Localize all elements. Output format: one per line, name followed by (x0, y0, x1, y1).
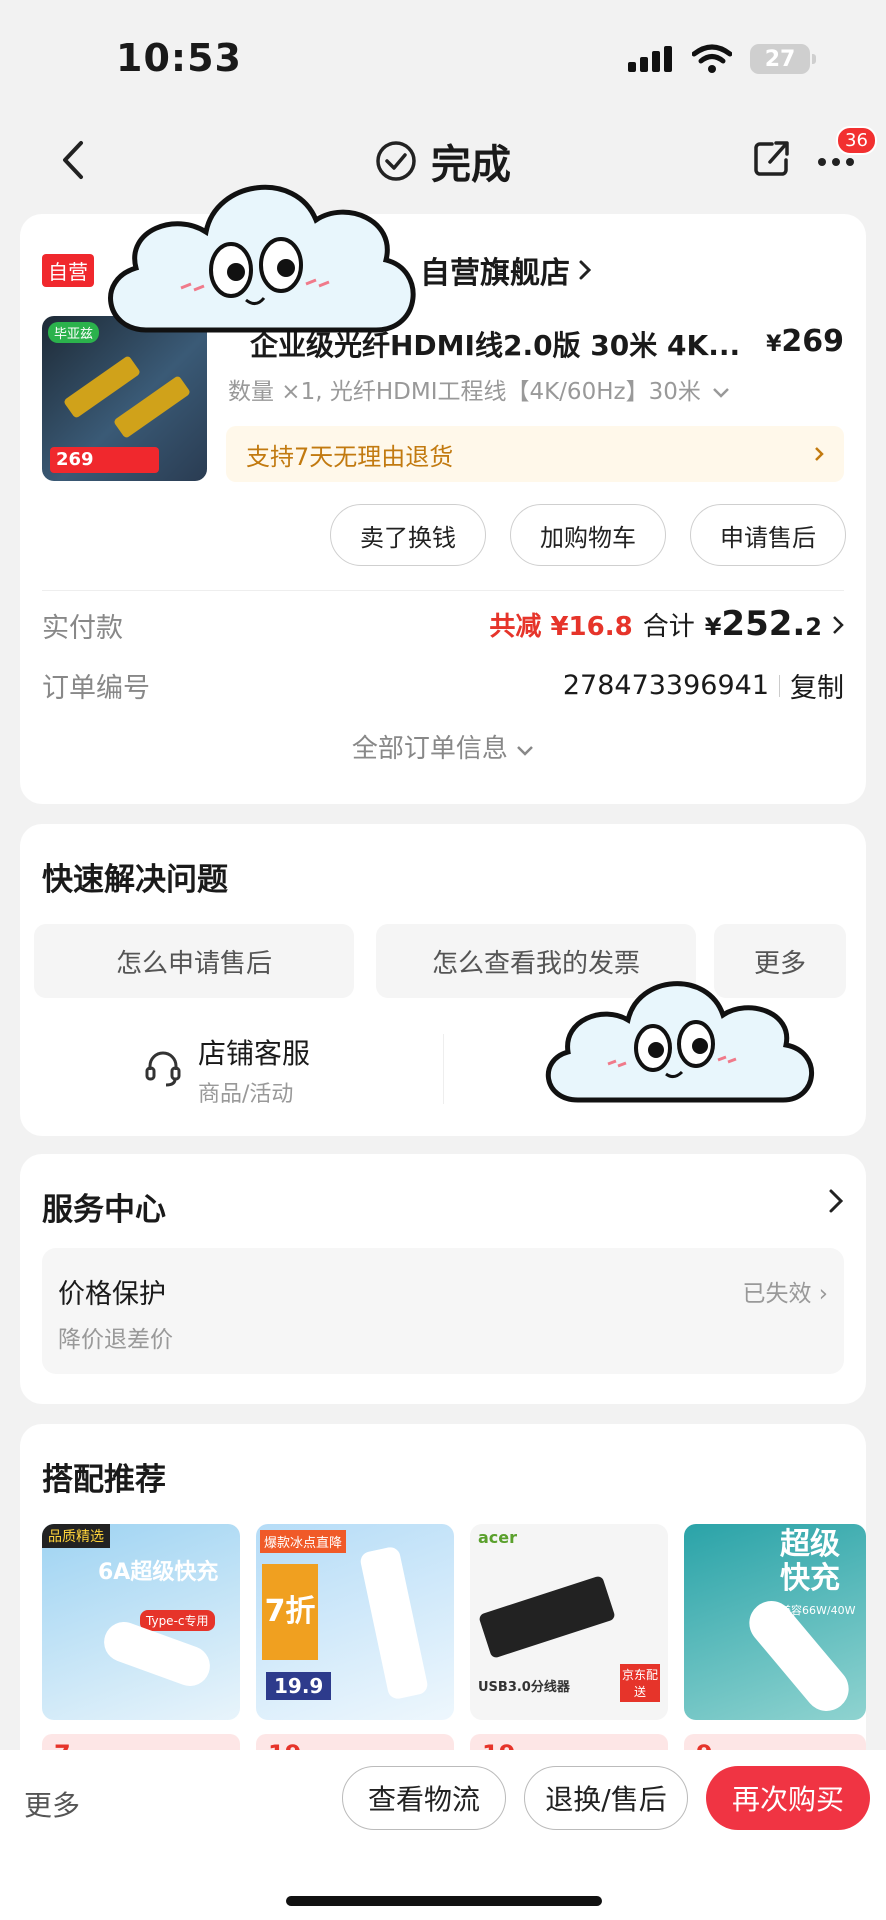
copy-button[interactable]: 复制 (790, 666, 844, 705)
page-title-text: 完成 (431, 142, 511, 188)
add-to-cart-button[interactable]: 加购物车 (510, 504, 666, 566)
share-icon (754, 141, 789, 176)
store-service-link[interactable]: 店铺客服 (198, 1032, 310, 1072)
shop-name-link[interactable]: 自营旗舰店 (420, 248, 592, 292)
total-amount: ¥252.2 (704, 604, 822, 644)
chevron-down-icon (713, 388, 730, 398)
total-label: 合计 (642, 612, 695, 642)
product-price: ¥269 (766, 324, 844, 359)
recommend-title: 搭配推荐 (42, 1462, 166, 1498)
status-icons: 27 (628, 44, 816, 74)
payment-summary[interactable]: 共减 ¥16.8 合计 ¥252.2 (489, 604, 844, 644)
discount-amount: 共减 ¥16.8 (489, 612, 633, 642)
return-exchange-button[interactable]: 退换/售后 (524, 1766, 688, 1830)
rec-item[interactable]: 超级快充 兼容66W/40W (684, 1524, 866, 1720)
divider (42, 590, 844, 591)
price-protect-status: 已失效 › (742, 1281, 828, 1307)
more-actions-button[interactable]: 更多 (24, 1784, 80, 1824)
shop-name: 自营旗舰店 (420, 256, 570, 291)
rec-item[interactable]: acer USB3.0分线器 京东配送 (470, 1524, 668, 1720)
bottom-action-bar: 更多 查看物流 退换/售后 再次购买 (0, 1750, 886, 1920)
signal-icon (628, 46, 672, 72)
price-protect-item[interactable]: 价格保护 降价退差价 已失效 › (42, 1248, 844, 1374)
quick-help-title: 快速解决问题 (42, 862, 228, 898)
chevron-right-icon (833, 616, 844, 634)
chevron-right-icon (579, 260, 592, 280)
status-bar: 10:53 27 (0, 0, 886, 110)
order-number-label: 订单编号 (42, 673, 150, 704)
faq-chip-after-sales[interactable]: 怎么申请售后 (34, 924, 354, 998)
battery-icon: 27 (750, 44, 816, 74)
order-number: 278473396941 (562, 670, 769, 701)
rec-item[interactable]: 品质精选 6A超级快充 Type-c专用 (42, 1524, 240, 1720)
view-logistics-button[interactable]: 查看物流 (342, 1766, 506, 1830)
self-operated-tag: 自营 (42, 254, 94, 287)
order-number-row: 278473396941 复制 (563, 666, 844, 705)
product-thumb-price: 269 (50, 447, 159, 473)
divider (443, 1034, 444, 1104)
after-sales-button[interactable]: 申请售后 (690, 504, 846, 566)
chevron-right-icon (815, 447, 824, 461)
resell-button[interactable]: 卖了换钱 (330, 504, 486, 566)
price-protect-title: 价格保护 (58, 1279, 166, 1310)
share-button[interactable] (752, 138, 792, 182)
chevron-right-icon[interactable] (828, 1188, 844, 1214)
order-actions: 卖了换钱 加购物车 申请售后 (330, 504, 846, 566)
product-spec[interactable]: 数量 ×1, 光纤HDMI工程线【4K/60Hz】30米 (228, 372, 748, 406)
cloud-sticker (108, 184, 416, 333)
headset-icon (145, 1051, 181, 1087)
paid-label: 实付款 (42, 613, 123, 644)
cloud-sticker (545, 981, 815, 1103)
all-order-info-toggle[interactable]: 全部订单信息 (20, 728, 866, 765)
chevron-down-icon (517, 746, 534, 756)
product-brand-logo: 毕亚兹 (48, 322, 100, 343)
service-center-title: 服务中心 (42, 1192, 166, 1228)
return-policy-notice[interactable]: 支持7天无理由退货 (226, 426, 844, 482)
service-center-card: 服务中心 价格保护 降价退差价 已失效 › (20, 1154, 866, 1404)
home-indicator (286, 1896, 602, 1906)
price-protect-desc: 降价退差价 (58, 1327, 173, 1353)
store-service-sub: 商品/活动 (198, 1082, 294, 1107)
rebuy-button[interactable]: 再次购买 (706, 1766, 870, 1830)
message-badge: 36 (836, 126, 877, 155)
shop-tags: 自营 (42, 254, 94, 287)
status-time: 10:53 (116, 36, 242, 80)
wifi-icon (692, 44, 732, 73)
rec-item[interactable]: 爆款冰点直降 7折 19.9 (256, 1524, 454, 1720)
